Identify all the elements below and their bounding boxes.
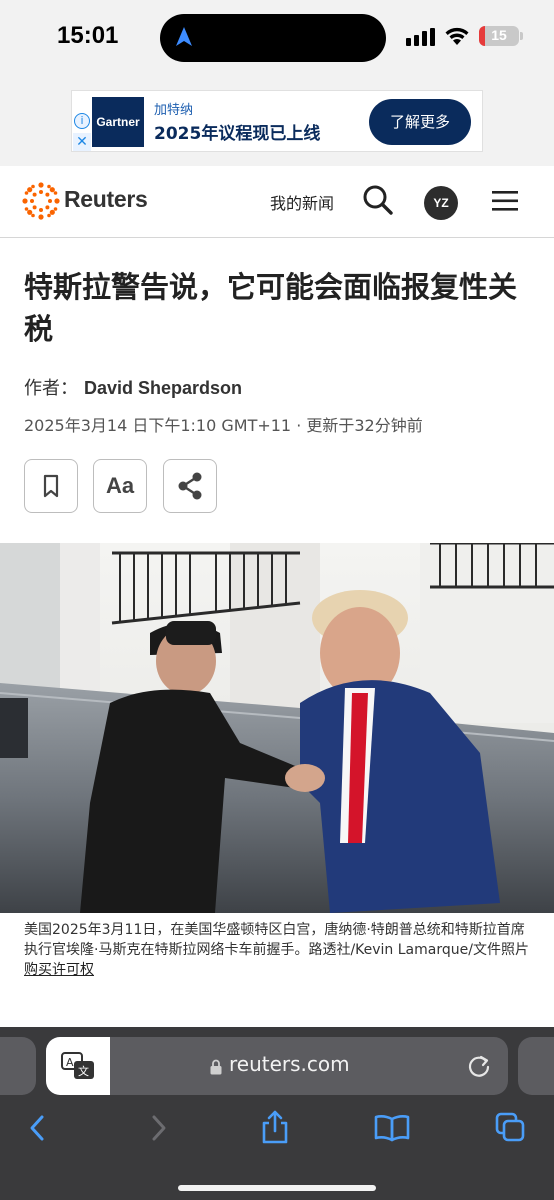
byline: 作者： David Shepardson (24, 374, 242, 400)
share-button[interactable] (163, 459, 217, 513)
photo-caption: 美国2025年3月11日，在美国华盛顿特区白宫，唐纳德·特朗普总统和特斯拉首席执… (24, 920, 534, 980)
browser-toolbar: A 文 reuters.com (0, 1027, 554, 1200)
share-icon[interactable] (259, 1109, 291, 1145)
reuters-logo-icon[interactable] (22, 182, 60, 220)
ad-subtitle: 加特纳 (154, 103, 194, 118)
tabs-icon[interactable] (494, 1111, 526, 1143)
article-photo[interactable] (0, 543, 554, 913)
font-size-button[interactable]: Aa (93, 459, 147, 513)
cellular-signal-icon (406, 28, 435, 46)
bookmarks-icon[interactable] (374, 1113, 410, 1143)
author-label: 作者： (24, 378, 78, 399)
back-icon[interactable] (26, 1113, 50, 1143)
battery-indicator: 15 (479, 26, 523, 46)
status-bar: 15:01 15 (0, 0, 554, 78)
article-photo-image (0, 543, 554, 913)
share-icon (178, 472, 202, 500)
translate-button[interactable]: A 文 (46, 1037, 110, 1095)
info-icon[interactable]: i (74, 113, 90, 129)
translate-icon: A 文 (61, 1052, 94, 1079)
article-dateline: 2025年3月14 日下午1:10 GMT+11 · 更新于32分钟前 (24, 416, 423, 435)
dynamic-island (160, 14, 386, 62)
wifi-icon (445, 27, 469, 45)
ad-banner-area: i ✕ Gartner 加特纳 2025年议程现已上线 了解更多 (0, 78, 554, 166)
close-icon[interactable]: ✕ (73, 133, 91, 151)
bookmark-button[interactable] (24, 459, 78, 513)
avatar[interactable]: YZ (424, 186, 458, 220)
menu-icon[interactable] (492, 190, 518, 212)
ad-headline: 2025年议程现已上线 (154, 124, 321, 144)
my-news-link[interactable]: 我的新闻 (270, 190, 334, 214)
site-header: Reuters 我的新闻 YZ (0, 166, 554, 238)
bookmark-icon (43, 474, 59, 498)
ad-banner[interactable]: i ✕ Gartner 加特纳 2025年议程现已上线 了解更多 (71, 90, 483, 152)
site-name[interactable]: Reuters (64, 186, 148, 213)
navigation-arrow-icon (176, 27, 192, 46)
search-icon[interactable] (362, 184, 394, 216)
previous-tab-preview[interactable] (0, 1037, 36, 1095)
caption-text: 美国2025年3月11日，在美国华盛顿特区白宫，唐纳德·特朗普总统和特斯拉首席执… (24, 922, 529, 958)
forward-icon[interactable] (146, 1113, 170, 1143)
lock-icon (210, 1059, 222, 1075)
gartner-logo: Gartner (92, 97, 144, 147)
license-link[interactable]: 购买许可权 (24, 962, 94, 978)
author-link[interactable]: David Shepardson (84, 378, 242, 398)
article-title: 特斯拉警告说，它可能会面临报复性关税 (24, 270, 518, 346)
svg-text:文: 文 (78, 1064, 89, 1078)
next-tab-preview[interactable] (518, 1037, 554, 1095)
reload-icon[interactable] (466, 1053, 492, 1079)
browser-nav-bar (0, 1107, 554, 1167)
url-text[interactable]: reuters.com (229, 1052, 350, 1076)
home-indicator[interactable] (178, 1185, 376, 1191)
ad-cta-button[interactable]: 了解更多 (369, 99, 471, 145)
svg-text:A: A (66, 1056, 74, 1069)
status-time: 15:01 (57, 22, 119, 49)
address-bar[interactable]: A 文 reuters.com (46, 1037, 508, 1095)
battery-level: 15 (491, 27, 507, 43)
